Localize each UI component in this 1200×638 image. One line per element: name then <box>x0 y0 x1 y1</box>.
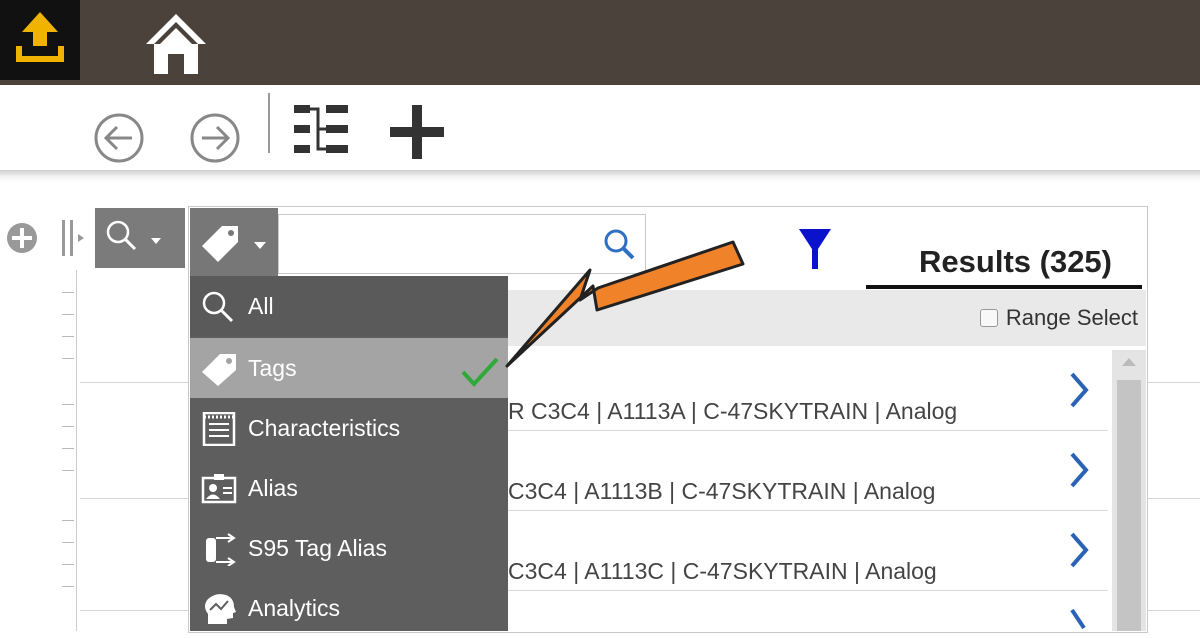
s95-alias-icon <box>206 533 236 566</box>
range-select-checkbox[interactable] <box>979 309 998 327</box>
axis-tick <box>62 586 74 587</box>
upload-icon <box>16 12 64 62</box>
add-circle-icon[interactable] <box>4 220 40 256</box>
chevron-right-icon[interactable] <box>1068 600 1090 631</box>
callout-arrow <box>505 240 745 368</box>
menu-item-label: All <box>248 292 274 319</box>
menu-item-tags[interactable]: Tags <box>190 338 508 398</box>
hierarchy-icon[interactable] <box>292 101 356 157</box>
result-row-text: C3C4 | A1113B | C-47SKYTRAIN | Analog <box>508 478 936 504</box>
zoom-dropdown-icon <box>106 220 161 251</box>
result-row[interactable]: C3C4 | A1113B | C-47SKYTRAIN | Analog <box>508 430 1108 511</box>
results-tab[interactable]: Results (325) <box>866 232 1142 288</box>
search-type-menu: All Tags Characteristics Alias S95 Tag A… <box>190 276 508 631</box>
axis-tick <box>62 448 74 449</box>
axis-tick <box>62 336 74 337</box>
menu-item-characteristics[interactable]: Characteristics <box>190 398 508 458</box>
forward-arrow-icon[interactable] <box>182 105 248 171</box>
chevron-right-icon[interactable] <box>1068 450 1090 490</box>
axis-tick <box>62 564 74 565</box>
axis-tick <box>62 358 74 359</box>
home-icon <box>146 14 206 74</box>
results-tab-underline <box>866 285 1142 289</box>
result-row[interactable]: C3C4 | A1113C | C-47SKYTRAIN | Analog <box>508 510 1108 591</box>
axis-tick <box>62 470 74 471</box>
scrollbar-thumb[interactable] <box>1117 380 1141 631</box>
navigation-toolbar <box>0 85 1200 173</box>
toolbar-shadow <box>0 170 1200 182</box>
analytics-head-icon <box>205 594 236 624</box>
result-row-text: C3C4 | A1113C | C-47SKYTRAIN | Analog <box>508 558 937 584</box>
menu-item-s95-tag-alias[interactable]: S95 Tag Alias <box>190 518 508 578</box>
axis-tick <box>62 404 74 405</box>
tag-icon <box>202 226 266 262</box>
chevron-right-icon[interactable] <box>1068 370 1090 410</box>
results-scrollbar[interactable] <box>1112 350 1146 631</box>
menu-item-label: S95 Tag Alias <box>248 534 387 561</box>
chevron-right-icon[interactable] <box>1068 530 1090 570</box>
notepad-icon <box>202 412 236 446</box>
menu-item-label: Tags <box>248 354 297 381</box>
menu-item-label: Characteristics <box>248 414 401 441</box>
menu-item-label: Analytics <box>248 594 341 621</box>
axis-tick <box>62 542 74 543</box>
panel-splitter-icon[interactable] <box>58 216 94 260</box>
axis-tick <box>62 292 74 293</box>
menu-item-analytics[interactable]: Analytics <box>190 578 508 638</box>
results-title: Results (325) <box>919 244 1112 279</box>
id-card-icon <box>201 474 237 504</box>
upload-button[interactable] <box>0 0 80 80</box>
search-icon <box>202 291 234 323</box>
range-select[interactable]: Range Select <box>979 305 1138 331</box>
axis-tick <box>62 520 74 521</box>
filter-icon[interactable] <box>797 227 833 271</box>
tag-icon <box>202 354 236 386</box>
home-button[interactable] <box>140 8 212 78</box>
menu-item-alias[interactable]: Alias <box>190 458 508 518</box>
back-arrow-icon[interactable] <box>86 105 152 171</box>
scroll-up-arrow[interactable] <box>1122 358 1136 366</box>
toolbar-divider <box>268 93 270 153</box>
menu-item-all[interactable]: All <box>190 276 508 336</box>
axis-tick <box>62 314 74 315</box>
y-axis-line <box>76 270 77 631</box>
add-icon[interactable] <box>388 103 446 161</box>
search-type-dropdown-button[interactable] <box>190 208 278 276</box>
zoom-tool-button[interactable] <box>95 208 185 268</box>
range-select-label: Range Select <box>1005 305 1138 330</box>
axis-tick <box>62 426 74 427</box>
menu-item-label: Alias <box>248 474 298 501</box>
result-row-text: R C3C4 | A1113A | C-47SKYTRAIN | Analog <box>508 398 958 424</box>
